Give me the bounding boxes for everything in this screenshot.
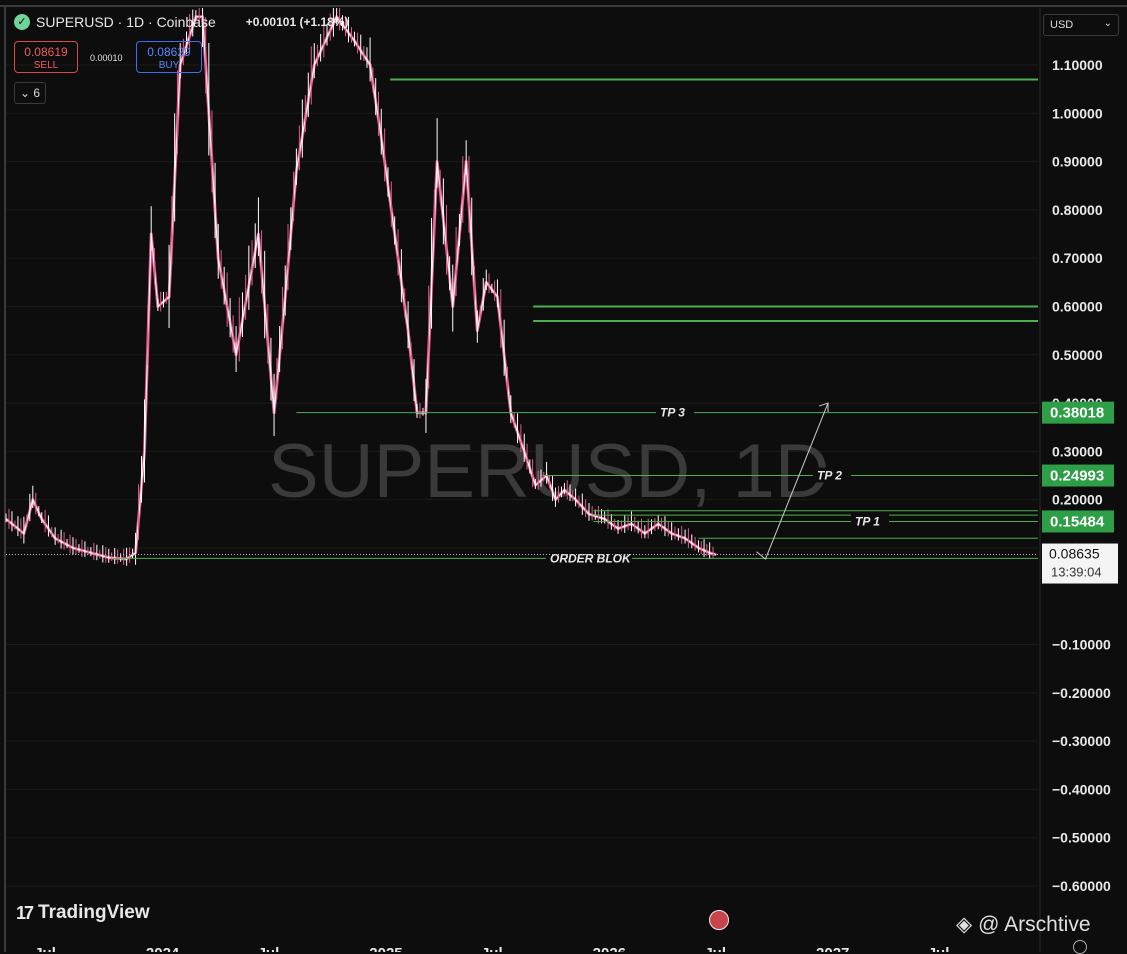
chart-watermark: SUPERUSD, 1D bbox=[268, 429, 830, 514]
level-label: ORDER BLOK bbox=[550, 551, 632, 565]
chevron-down-icon: ⌄ bbox=[19, 86, 31, 100]
level-label: TP 3 bbox=[660, 406, 685, 420]
y-tick-label: 0.30000 bbox=[1052, 443, 1103, 459]
y-tick-label: 1.00000 bbox=[1052, 105, 1103, 121]
y-tick-label: −0.50000 bbox=[1052, 830, 1111, 846]
x-tick-label: Jul bbox=[258, 945, 280, 952]
x-tick-label: Jul bbox=[481, 945, 503, 952]
currency-value: USD bbox=[1050, 19, 1074, 31]
buy-label: BUY bbox=[158, 60, 180, 71]
y-tick-label: 0.70000 bbox=[1052, 250, 1103, 266]
indicator-toggle[interactable]: ⌄ 6 bbox=[14, 82, 46, 104]
x-tick-label: Jul bbox=[704, 945, 726, 952]
symbol-title: SUPERUSD · 1D · Coinbase bbox=[36, 14, 216, 30]
tradingview-icon: 17 bbox=[16, 902, 34, 923]
chevron-down-icon: ⌄ bbox=[1103, 18, 1112, 29]
y-tick-label: 0.20000 bbox=[1052, 492, 1103, 508]
price-badge-label: 0.24993 bbox=[1050, 468, 1104, 485]
y-tick-label: −0.30000 bbox=[1052, 733, 1111, 749]
y-tick-label: 0.60000 bbox=[1052, 298, 1103, 314]
price-badge-label: 0.15484 bbox=[1050, 513, 1105, 530]
sell-button[interactable]: 0.08619 SELL bbox=[14, 41, 78, 73]
x-tick-label: Jul bbox=[34, 945, 56, 952]
tradingview-logo[interactable]: 17 TradingView bbox=[16, 902, 150, 924]
symbol-header[interactable]: ✓ SUPERUSD · 1D · Coinbase +0.00101 (+1.… bbox=[14, 14, 348, 30]
binance-icon: ◈ bbox=[956, 913, 973, 936]
author-attribution: ◈ @ Arschtive bbox=[956, 912, 1091, 937]
x-tick-label: Jul bbox=[928, 945, 950, 952]
indicator-count: 6 bbox=[33, 86, 41, 100]
countdown-label: 13:39:04 bbox=[1051, 565, 1102, 580]
sell-price: 0.08619 bbox=[24, 45, 68, 59]
x-tick-label: 2027 bbox=[816, 945, 849, 952]
level-label: TP 2 bbox=[817, 469, 842, 483]
sell-label: SELL bbox=[33, 60, 59, 71]
y-tick-label: −0.40000 bbox=[1052, 781, 1111, 797]
y-tick-label: 0.50000 bbox=[1052, 347, 1103, 363]
author-name: @ Arschtive bbox=[978, 912, 1091, 936]
y-tick-label: 0.80000 bbox=[1052, 202, 1103, 218]
currency-select[interactable]: USD ⌄ bbox=[1043, 14, 1119, 36]
y-tick-label: 0.90000 bbox=[1052, 154, 1103, 170]
x-tick-label: 2026 bbox=[593, 945, 626, 952]
tradingview-text: TradingView bbox=[38, 902, 150, 923]
y-tick-label: −0.20000 bbox=[1052, 685, 1111, 701]
x-tick-label: 2024 bbox=[146, 945, 180, 952]
flag-icon[interactable] bbox=[709, 910, 729, 930]
price-change: +0.00101 (+1.18%) bbox=[245, 15, 349, 29]
y-tick-label: −0.60000 bbox=[1052, 878, 1111, 894]
y-tick-label: 1.10000 bbox=[1052, 57, 1103, 73]
level-label: TP 1 bbox=[855, 514, 880, 528]
buy-price: 0.08629 bbox=[147, 45, 191, 59]
coin-logo-icon: ✓ bbox=[14, 14, 30, 30]
buy-button[interactable]: 0.08629 BUY bbox=[136, 41, 202, 73]
x-tick-label: 2025 bbox=[369, 945, 402, 952]
price-badge-label: 0.38018 bbox=[1050, 405, 1104, 422]
current-price-label: 0.08635 bbox=[1049, 546, 1100, 562]
y-tick-label: −0.10000 bbox=[1052, 637, 1111, 653]
spread-value: 0.00010 bbox=[90, 53, 123, 63]
price-chart[interactable]: 1.10000 1.00000 0.90000 0.80000 0.70000 0.600… bbox=[0, 0, 1127, 952]
